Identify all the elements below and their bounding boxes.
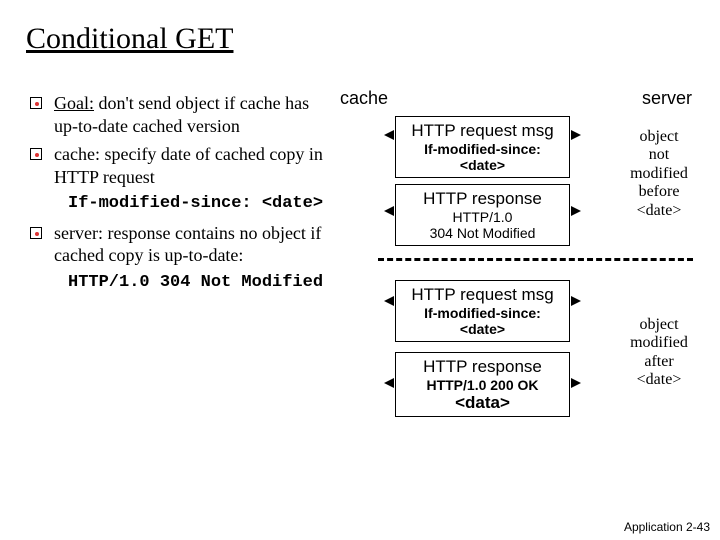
box-line: HTTP response xyxy=(400,357,565,377)
bullet-dot-icon xyxy=(35,232,39,236)
arrow-left-icon xyxy=(384,206,394,216)
bullet-item: server: response contains no object if c… xyxy=(30,222,330,267)
divider-dashed xyxy=(378,258,693,261)
arrow-right-icon xyxy=(571,130,581,140)
bullet-prefix: Goal: xyxy=(54,93,94,113)
bullet-item: Goal: don't send object if cache has up-… xyxy=(30,92,330,137)
box-line: HTTP request msg xyxy=(400,285,565,305)
box-line: If-modified-since: <date> xyxy=(400,141,565,173)
bullet-dot-icon xyxy=(35,102,39,106)
diagram: cache server HTTP request msg If-modifie… xyxy=(340,88,700,518)
bullet-sub-code: HTTP/1.0 304 Not Modified xyxy=(68,273,330,293)
box-line: HTTP/1.0 200 OK xyxy=(400,377,565,393)
arrow-right-icon xyxy=(571,378,581,388)
arrow-left-icon xyxy=(384,378,394,388)
box-line: HTTP response xyxy=(400,189,565,209)
arrow-right-icon xyxy=(571,296,581,306)
http-request-box-2: HTTP request msg If-modified-since: <dat… xyxy=(395,280,570,342)
side-note-1: objectnotmodifiedbefore<date> xyxy=(624,128,694,220)
arrow-left-icon xyxy=(384,130,394,140)
bullet-body: server: response contains no object if c… xyxy=(54,222,330,267)
bullet-dot-icon xyxy=(35,153,39,157)
left-column: Goal: don't send object if cache has up-… xyxy=(30,92,330,300)
arrow-left-icon xyxy=(384,296,394,306)
side-note-2: objectmodifiedafter<date> xyxy=(624,316,694,390)
bullet-sub-code: If-modified-since: <date> xyxy=(68,194,330,214)
http-response-box-2: HTTP response HTTP/1.0 200 OK <data> xyxy=(395,352,570,417)
bullet-text: Goal: don't send object if cache has up-… xyxy=(54,92,330,137)
box-line: HTTP request msg xyxy=(400,121,565,141)
bullet-item: cache: specify date of cached copy in HT… xyxy=(30,143,330,188)
box-line: <data> xyxy=(400,393,565,413)
bullet-box-icon xyxy=(30,97,42,109)
server-label: server xyxy=(642,88,692,109)
arrow-right-icon xyxy=(571,206,581,216)
http-request-box-1: HTTP request msg If-modified-since: <dat… xyxy=(395,116,570,178)
box-line: HTTP/1.0 xyxy=(400,209,565,225)
cache-label: cache xyxy=(340,88,388,109)
http-response-box-1: HTTP response HTTP/1.0 304 Not Modified xyxy=(395,184,570,246)
bullet-box-icon xyxy=(30,227,42,239)
page-title: Conditional GET xyxy=(26,22,233,56)
box-line: 304 Not Modified xyxy=(400,225,565,241)
box-line: If-modified-since: <date> xyxy=(400,305,565,337)
bullet-body: cache: specify date of cached copy in HT… xyxy=(54,143,330,188)
slide-footer: Application 2-43 xyxy=(624,520,710,534)
bullet-box-icon xyxy=(30,148,42,160)
